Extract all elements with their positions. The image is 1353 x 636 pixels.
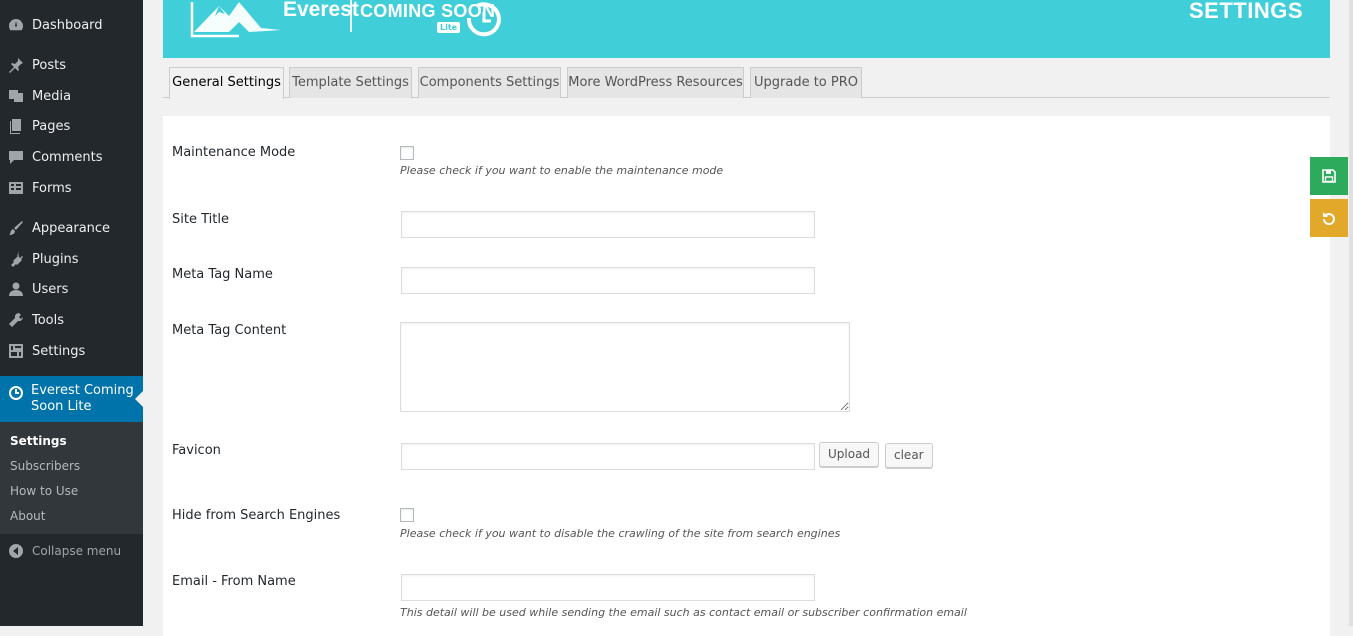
general-settings-form: Maintenance Mode Please check if you wan… (163, 116, 1330, 636)
tab-upgrade-pro[interactable]: Upgrade to PRO (750, 67, 862, 98)
clear-button[interactable]: clear (885, 443, 933, 468)
hide-search-engines-label: Hide from Search Engines (172, 508, 341, 523)
meta-tag-name-input[interactable] (401, 267, 815, 294)
dashboard-icon (8, 17, 24, 33)
submenu: Settings Subscribers How to Use About (0, 422, 143, 534)
upload-button[interactable]: Upload (819, 442, 880, 467)
save-button[interactable] (1310, 157, 1348, 195)
logo-lite-badge: Lite (437, 22, 461, 33)
email-from-name-label: Email - From Name (172, 574, 296, 589)
logo-clock-icon (466, 2, 501, 37)
tab-general-settings[interactable]: General Settings (169, 67, 284, 99)
sidebar-item-label: Dashboard (32, 17, 103, 33)
sidebar-item-pages[interactable]: Pages (0, 111, 143, 141)
submenu-subscribers[interactable]: Subscribers (10, 459, 80, 473)
sidebar-item-label: Everest Coming Soon Lite (31, 383, 134, 414)
settings-icon (8, 343, 24, 359)
meta-tag-name-label: Meta Tag Name (172, 267, 273, 282)
sidebar-item-tools[interactable]: Tools (0, 305, 143, 335)
undo-icon (1322, 212, 1335, 226)
pages-icon (8, 118, 24, 134)
comment-icon (8, 149, 24, 165)
maintenance-mode-label: Maintenance Mode (172, 145, 296, 160)
active-indicator (135, 391, 143, 407)
sidebar-item-media[interactable]: Media (0, 81, 143, 111)
collapse-label: Collapse menu (32, 544, 122, 558)
sidebar-item-comments[interactable]: Comments (0, 142, 143, 172)
sidebar-item-plugins[interactable]: Plugins (0, 244, 143, 274)
site-title-input[interactable] (401, 211, 815, 238)
email-from-name-input[interactable] (401, 574, 815, 601)
plugin-header-banner: Everest COMING SOON Lite SETTINGS (163, 0, 1330, 58)
user-icon (8, 281, 24, 297)
wrench-icon (8, 312, 24, 328)
submenu-how-to-use[interactable]: How to Use (10, 484, 78, 498)
logo-wordmark: Everest (283, 0, 359, 21)
sidebar-item-label: Pages (32, 118, 71, 134)
page-title: SETTINGS (1188, 0, 1303, 23)
sidebar-item-label: Media (32, 88, 72, 104)
sidebar-item-label: Forms (32, 180, 72, 196)
admin-sidebar: Dashboard Posts Media Pages Comments For… (0, 0, 143, 626)
sidebar-item-users[interactable]: Users (0, 274, 143, 304)
brush-icon (8, 220, 24, 236)
favicon-url-input[interactable] (401, 443, 815, 470)
plugin-icon (8, 251, 24, 267)
sidebar-item-label: Tools (32, 312, 65, 328)
sidebar-item-label: Users (32, 281, 69, 297)
collapse-menu-button[interactable]: Collapse menu (8, 543, 121, 559)
tab-components-settings[interactable]: Components Settings (418, 67, 561, 98)
mountain-logo-icon (190, 2, 281, 38)
tab-wordpress-resources[interactable]: More WordPress Resources (567, 67, 744, 98)
meta-tag-content-textarea[interactable] (400, 322, 850, 412)
sidebar-item-everest-coming-soon[interactable]: Everest Coming Soon Lite (0, 376, 143, 422)
sidebar-item-label: Appearance (32, 220, 111, 236)
email-from-name-help: This detail will be used while sending t… (400, 606, 967, 619)
sidebar-item-label: Posts (32, 57, 66, 73)
maintenance-mode-checkbox[interactable] (400, 146, 414, 160)
logo-divider (350, 0, 352, 32)
submenu-about[interactable]: About (10, 509, 45, 523)
clock-icon (8, 385, 24, 401)
sidebar-item-dashboard[interactable]: Dashboard (0, 10, 143, 40)
hide-search-engines-checkbox[interactable] (400, 508, 414, 522)
maintenance-mode-help: Please check if you want to enable the m… (400, 164, 724, 177)
tab-template-settings[interactable]: Template Settings (289, 67, 412, 98)
collapse-icon (8, 543, 24, 559)
forms-icon (8, 180, 24, 196)
sidebar-item-settings[interactable]: Settings (0, 336, 143, 366)
sidebar-item-forms[interactable]: Forms (0, 173, 143, 203)
sidebar-item-appearance[interactable]: Appearance (0, 213, 143, 243)
reset-button[interactable] (1310, 199, 1348, 237)
settings-tabs: General Settings Template Settings Compo… (163, 67, 1330, 99)
window-scrollbar[interactable] (1349, 0, 1353, 626)
favicon-label: Favicon (172, 443, 221, 458)
submenu-settings[interactable]: Settings (10, 434, 67, 448)
sidebar-item-label: Settings (32, 343, 86, 359)
site-title-label: Site Title (172, 212, 229, 227)
meta-tag-content-label: Meta Tag Content (172, 323, 287, 338)
pin-icon (8, 57, 24, 73)
sidebar-item-label: Comments (32, 149, 103, 165)
media-icon (8, 88, 24, 104)
hide-search-engines-help: Please check if you want to disable the … (400, 527, 841, 540)
save-icon (1322, 169, 1336, 183)
sidebar-item-posts[interactable]: Posts (0, 50, 143, 80)
sidebar-item-label: Plugins (32, 251, 79, 267)
